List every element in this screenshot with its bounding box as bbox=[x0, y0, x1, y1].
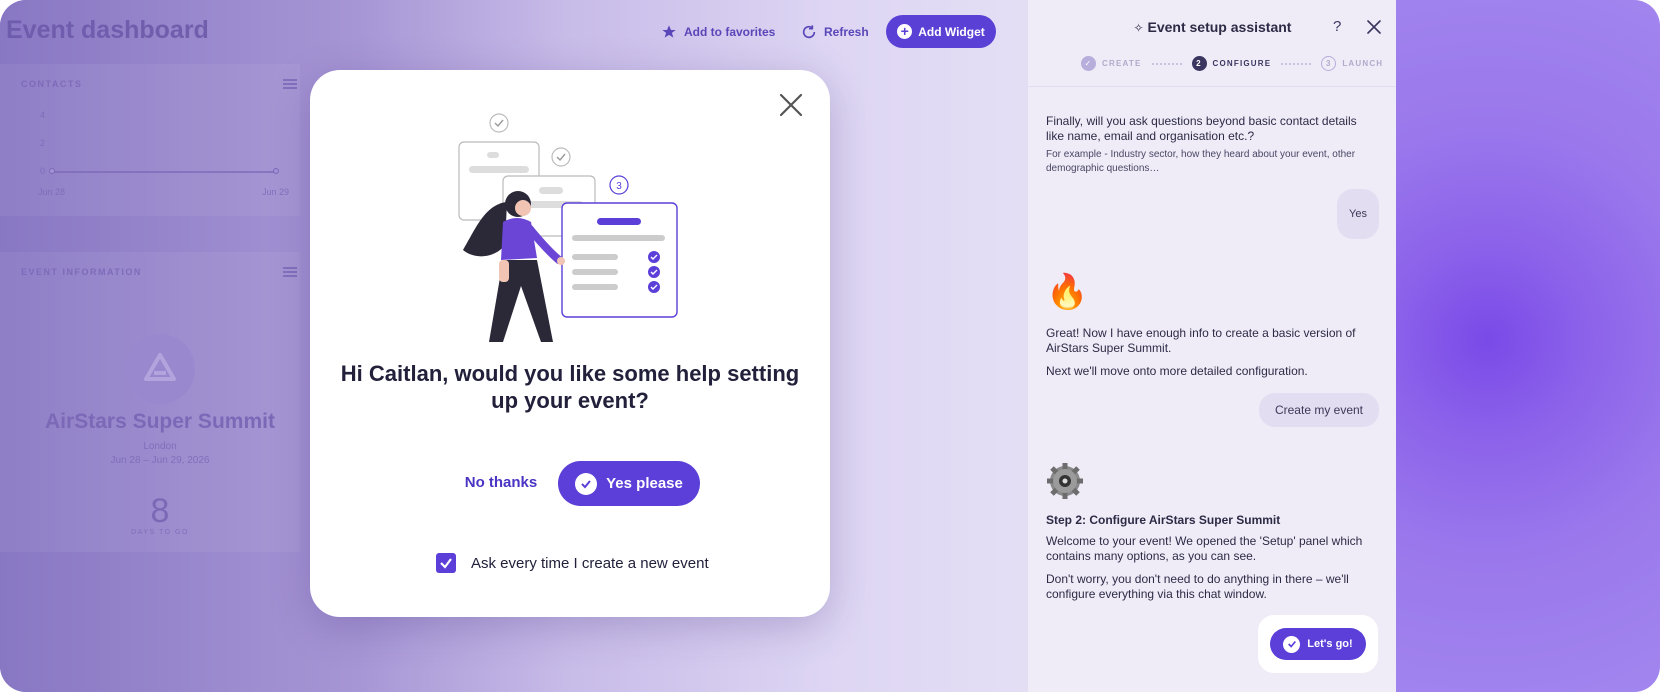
setup-stepper: ✓ CREATE 2 CONFIGURE 3 LAUNCH bbox=[1081, 56, 1383, 71]
refresh-icon bbox=[802, 25, 816, 39]
page-title: Event dashboard bbox=[6, 16, 209, 44]
yes-please-label: Yes please bbox=[606, 475, 683, 492]
assistant-illustration: 3 bbox=[458, 113, 678, 342]
step-divider bbox=[1281, 62, 1312, 65]
step-configure-label: CONFIGURE bbox=[1212, 59, 1272, 68]
event-location: London bbox=[143, 441, 177, 452]
y-tick: 4 bbox=[40, 110, 46, 120]
contacts-card-label: CONTACTS bbox=[21, 79, 83, 89]
decorative-background bbox=[1396, 0, 1660, 692]
chart-point bbox=[49, 168, 55, 174]
assistant-message-hint: For example - Industry sector, how they … bbox=[1046, 149, 1356, 174]
lets-go-label: Let's go! bbox=[1307, 638, 1353, 650]
assistant-title-row: ✧ Event setup assistant bbox=[1028, 19, 1397, 35]
check-icon bbox=[1283, 635, 1301, 653]
step-launch-label: LAUNCH bbox=[1342, 59, 1384, 68]
menu-icon[interactable] bbox=[283, 79, 297, 89]
event-name: AirStars Super Summit bbox=[45, 410, 275, 433]
yes-please-button[interactable]: Yes please bbox=[558, 461, 700, 506]
lets-go-button[interactable]: Let's go! bbox=[1270, 628, 1366, 660]
menu-icon[interactable] bbox=[283, 267, 297, 277]
no-thanks-button[interactable]: No thanks bbox=[451, 460, 551, 504]
ask-every-time-label: Ask every time I create a new event bbox=[471, 554, 709, 572]
y-tick: 2 bbox=[40, 138, 46, 148]
assistant-title: Event setup assistant bbox=[1147, 19, 1292, 35]
setup-help-modal: 3 Hi Caitlan, would you like some help s… bbox=[310, 70, 830, 617]
create-my-event-button[interactable]: Create my event bbox=[1259, 393, 1379, 427]
y-tick: 0 bbox=[40, 166, 46, 176]
ask-every-time-checkbox[interactable] bbox=[436, 553, 456, 573]
days-to-go-value: 8 bbox=[150, 492, 170, 530]
assistant-header: ✧ Event setup assistant ? ✓ CREATE 2 CON… bbox=[1028, 0, 1397, 87]
chart-line bbox=[52, 171, 277, 173]
refresh-label: Refresh bbox=[824, 25, 869, 39]
ask-every-time-row[interactable]: Ask every time I create a new event bbox=[436, 552, 709, 574]
x-tick: Jun 28 bbox=[38, 187, 66, 197]
close-icon[interactable] bbox=[1367, 20, 1381, 34]
step-create-label: CREATE bbox=[1102, 59, 1142, 68]
event-info-card-label: EVENT INFORMATION bbox=[21, 267, 142, 277]
plus-icon: + bbox=[897, 24, 913, 39]
assistant-message: Great! Now I have enough info to create … bbox=[1046, 326, 1356, 355]
event-logo bbox=[125, 334, 195, 404]
star-icon bbox=[662, 25, 676, 38]
add-widget-button[interactable]: + Add Widget bbox=[886, 15, 996, 48]
step-launch-number: 3 bbox=[1321, 56, 1337, 71]
step-configure-number: 2 bbox=[1191, 56, 1207, 71]
contacts-card: CONTACTS 4 2 0 Jun 28 Jun 29 bbox=[0, 64, 300, 216]
assistant-message: Next we'll move onto more detailed confi… bbox=[1046, 364, 1308, 378]
app-root: Event dashboard Add to favorites Refresh… bbox=[0, 0, 1660, 692]
favorites-label: Add to favorites bbox=[684, 25, 776, 39]
x-tick: Jun 29 bbox=[262, 187, 290, 197]
user-reply-bubble: Yes bbox=[1337, 189, 1379, 239]
help-icon[interactable]: ? bbox=[1333, 18, 1341, 35]
assistant-message: Welcome to your event! We opened the 'Se… bbox=[1046, 534, 1363, 563]
modal-title: Hi Caitlan, would you like some help set… bbox=[340, 361, 800, 413]
refresh-button[interactable]: Refresh bbox=[801, 17, 869, 47]
magic-wand-icon: ✧ bbox=[1133, 21, 1144, 35]
add-to-favorites-button[interactable]: Add to favorites bbox=[661, 17, 775, 47]
close-icon[interactable] bbox=[778, 92, 804, 118]
illustration-step-number: 3 bbox=[616, 181, 622, 192]
step-create-icon: ✓ bbox=[1081, 56, 1096, 71]
assistant-message: Finally, will you ask questions beyond b… bbox=[1046, 114, 1357, 143]
chart-point bbox=[273, 168, 279, 174]
step2-title: Step 2: Configure AirStars Super Summit bbox=[1046, 513, 1281, 527]
days-to-go-label: DAYS TO GO bbox=[131, 529, 189, 536]
fire-icon: 🔥 bbox=[1046, 273, 1089, 311]
add-widget-label: Add Widget bbox=[918, 24, 985, 39]
check-icon bbox=[575, 472, 598, 495]
event-dates: Jun 28 – Jun 29, 2026 bbox=[110, 455, 210, 466]
assistant-message: Don't worry, you don't need to do anythi… bbox=[1046, 572, 1349, 601]
gear-icon bbox=[1047, 463, 1083, 499]
setup-assistant-panel: ✧ Event setup assistant ? ✓ CREATE 2 CON… bbox=[1027, 0, 1397, 692]
checkmark-icon bbox=[440, 558, 452, 569]
step-divider bbox=[1151, 62, 1182, 65]
event-logo-icon bbox=[144, 353, 176, 381]
